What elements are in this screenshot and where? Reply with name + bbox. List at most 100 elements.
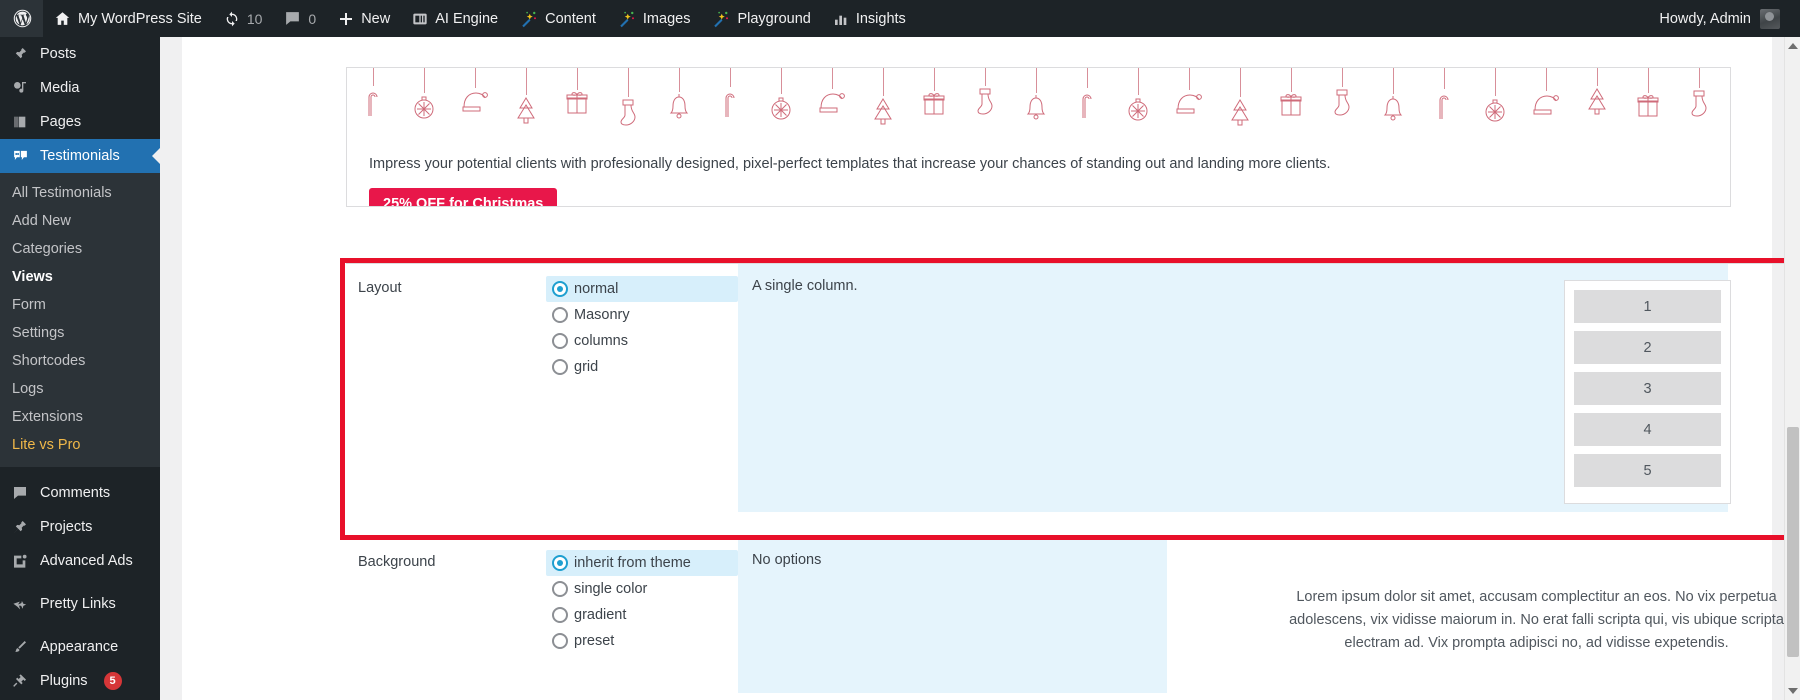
sidebar-subitem-settings[interactable]: Settings	[0, 319, 160, 347]
background-preview-text: Lorem ipsum dolor sit amet, accusam comp…	[1167, 538, 1800, 700]
preview-item: 1	[1574, 290, 1721, 323]
my-account-menu[interactable]: Howdy, Admin	[1647, 9, 1794, 29]
ai-engine-menu[interactable]: AI Engine	[401, 0, 509, 37]
sidebar-item-plugins[interactable]: Plugins 5	[0, 664, 160, 698]
christmas-ornament-icon	[1316, 68, 1367, 142]
insights-menu[interactable]: Insights	[822, 0, 917, 37]
comments-count: 0	[308, 11, 316, 27]
sidebar-item-comments[interactable]: Comments	[0, 476, 160, 510]
sidebar-subitem-extensions[interactable]: Extensions	[0, 403, 160, 431]
christmas-ornament-icon	[1112, 68, 1163, 142]
updates-menu[interactable]: 10	[213, 0, 274, 37]
new-content-menu[interactable]: New	[327, 0, 401, 37]
layout-option-columns[interactable]: columns	[546, 328, 738, 354]
sidebar-item-label: Pretty Links	[40, 596, 116, 612]
christmas-ornament-icon	[1367, 68, 1418, 142]
christmas-offer-button[interactable]: 25% OFF for Christmas	[369, 188, 557, 207]
sidebar-subitem-all-testimonials[interactable]: All Testimonials	[0, 179, 160, 207]
pages-icon	[10, 114, 30, 130]
sidebar-item-testimonials[interactable]: Testimonials	[0, 139, 160, 173]
sidebar-item-appearance[interactable]: Appearance	[0, 630, 160, 664]
wordpress-logo-button[interactable]	[0, 0, 43, 37]
ai-engine-icon	[412, 11, 428, 27]
background-option-label: preset	[574, 633, 614, 649]
sidebar-item-pages[interactable]: Pages	[0, 105, 160, 139]
background-option-inherit-from-theme[interactable]: inherit from theme	[546, 550, 738, 576]
christmas-ornament-icon	[755, 68, 806, 142]
content-label: Content	[545, 11, 596, 27]
sidebar-item-advanced-ads[interactable]: Advanced Ads	[0, 544, 160, 578]
comments-menu[interactable]: 0	[273, 0, 327, 37]
layout-option-grid[interactable]: grid	[546, 354, 738, 380]
radio-icon	[552, 359, 568, 375]
scroll-up-arrow-icon[interactable]	[1788, 43, 1798, 49]
scroll-thumb[interactable]	[1787, 427, 1799, 657]
testimonials-icon	[10, 148, 30, 165]
christmas-ornament-icon	[551, 68, 602, 142]
sidebar-item-posts[interactable]: Posts	[0, 37, 160, 71]
radio-icon	[552, 633, 568, 649]
background-option-gradient[interactable]: gradient	[546, 602, 738, 628]
promo-text: Impress your potential clients with prof…	[347, 142, 1730, 176]
christmas-ornament-icon	[347, 68, 398, 142]
sidebar-subitem-shortcodes[interactable]: Shortcodes	[0, 347, 160, 375]
content-menu[interactable]: Content	[509, 0, 607, 37]
christmas-ornament-icon	[1724, 68, 1730, 142]
background-option-label: inherit from theme	[574, 555, 691, 571]
christmas-ornament-icon	[653, 68, 704, 142]
playground-menu[interactable]: Playground	[701, 0, 821, 37]
pin-icon	[10, 46, 30, 62]
christmas-ornament-icon	[1163, 68, 1214, 142]
layout-preview-card: 1 2 3 4 5	[1564, 280, 1731, 504]
background-option-single-color[interactable]: single color	[546, 576, 738, 602]
images-menu[interactable]: Images	[607, 0, 702, 37]
christmas-ornament-icon	[398, 68, 449, 142]
sidebar-item-label: Pages	[40, 114, 81, 130]
sidebar-item-label: Comments	[40, 485, 110, 501]
christmas-ornament-icon	[1571, 68, 1622, 142]
radio-icon	[552, 555, 568, 571]
howdy-label: Howdy, Admin	[1659, 11, 1751, 27]
background-radio-group: inherit from theme single color gradient…	[546, 538, 738, 700]
page-scrollbar[interactable]	[1784, 37, 1800, 700]
bar-chart-icon	[833, 11, 849, 27]
comment-bubble-icon	[284, 10, 301, 27]
sidebar-item-pretty-links[interactable]: Pretty Links	[0, 587, 160, 621]
radio-icon	[552, 307, 568, 323]
christmas-ornament-icon	[1469, 68, 1520, 142]
layout-option-masonry[interactable]: Masonry	[546, 302, 738, 328]
sidebar-subitem-lite-vs-pro[interactable]: Lite vs Pro	[0, 431, 160, 459]
playground-label: Playground	[737, 11, 810, 27]
sidebar-item-label: Appearance	[40, 639, 118, 655]
sidebar-subitem-logs[interactable]: Logs	[0, 375, 160, 403]
christmas-ornament-icon	[1061, 68, 1112, 142]
sidebar-separator	[0, 621, 160, 630]
scroll-down-arrow-icon[interactable]	[1788, 688, 1798, 694]
sidebar-subitem-add-new[interactable]: Add New	[0, 207, 160, 235]
layout-option-normal[interactable]: normal	[546, 276, 738, 302]
admin-bar: My WordPress Site 10 0 New	[0, 0, 1800, 37]
christmas-ornament-icon	[500, 68, 551, 142]
magic-wand-icon	[618, 10, 636, 28]
magic-wand-icon	[520, 10, 538, 28]
plus-icon	[338, 11, 354, 27]
sidebar-subitem-views[interactable]: Views	[0, 263, 160, 291]
sidebar-item-projects[interactable]: Projects	[0, 510, 160, 544]
sidebar-item-label: Posts	[40, 46, 76, 62]
background-option-preset[interactable]: preset	[546, 628, 738, 654]
layout-option-label: grid	[574, 359, 598, 375]
background-label: Background	[346, 538, 546, 700]
christmas-ornament-icon	[449, 68, 500, 142]
sidebar-subitem-categories[interactable]: Categories	[0, 235, 160, 263]
layout-radio-group: normal Masonry columns grid	[546, 264, 738, 535]
christmas-ornament-icon	[1673, 68, 1724, 142]
sidebar-subitem-form[interactable]: Form	[0, 291, 160, 319]
advanced-ads-icon	[10, 553, 30, 569]
christmas-ornament-icon	[1010, 68, 1061, 142]
christmas-ornament-icon	[1622, 68, 1673, 142]
radio-icon	[552, 607, 568, 623]
site-name-menu[interactable]: My WordPress Site	[43, 0, 213, 37]
sidebar-item-media[interactable]: Media	[0, 71, 160, 105]
radio-icon	[552, 581, 568, 597]
updates-count: 10	[247, 11, 263, 27]
